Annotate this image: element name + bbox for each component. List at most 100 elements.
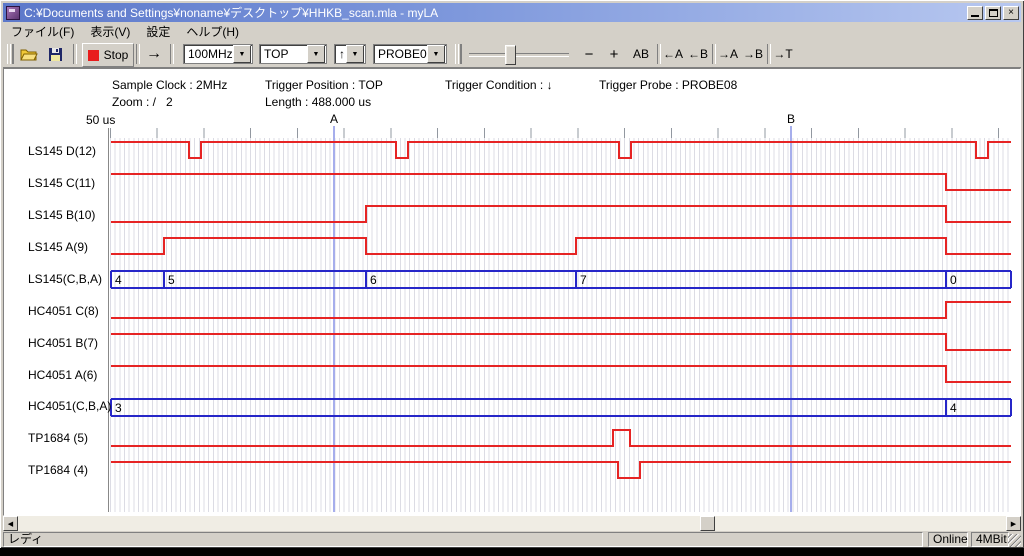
close-button[interactable]: × [1003, 6, 1019, 20]
channel-label-hc4051-b-7: HC4051 B(7) [28, 336, 98, 350]
channel-label-ls145-a-9: LS145 A(9) [28, 240, 88, 254]
channel-label-ls145-c-11: LS145 C(11) [28, 176, 95, 190]
menu-view[interactable]: 表示(V) [82, 22, 138, 41]
stop-label: Stop [104, 48, 129, 62]
bus-value-ls145-c-b-a-6: 6 [370, 273, 377, 287]
trace-plot: 4 5 6 7 0 3 4 [110, 128, 1012, 512]
window-title: C:¥Documents and Settings¥noname¥デスクトップ¥… [24, 4, 965, 21]
trace-ls145-a-9 [111, 238, 1011, 254]
horizontal-scrollbar[interactable]: ◀ ▶ [3, 516, 1021, 531]
trigger-probe-info: Trigger Probe : PROBE08 [599, 78, 737, 92]
sample-clock-info: Sample Clock : 2MHz [112, 78, 227, 92]
trace-ls145-c-11 [111, 174, 1011, 190]
trigger-edge-value: ↑ [335, 47, 346, 61]
close-icon: × [1008, 8, 1014, 18]
goto-marker-b-button[interactable]: ←B [687, 43, 709, 65]
bus-value-ls145-c-b-a-7: 7 [580, 273, 587, 287]
title-bar: C:¥Documents and Settings¥noname¥デスクトップ¥… [3, 3, 1021, 22]
goto-marker-a-button[interactable]: ←A [662, 43, 684, 65]
bus-label-ls145-c-b-a: LS145(C,B,A) [28, 272, 102, 286]
sample-clock-value: 100MHz [184, 47, 233, 61]
trace-tp1684-4 [111, 462, 1011, 478]
scrollbar-thumb[interactable] [700, 516, 715, 531]
toolbar-separator [73, 44, 77, 64]
online-status-badge: Online [928, 532, 968, 547]
channel-label-hc4051-c-8: HC4051 C(8) [28, 304, 99, 318]
bus-value-ls145-c-b-a-4: 4 [115, 273, 122, 287]
toolbar-separator [712, 44, 716, 64]
trigger-probe-value: PROBE00 [374, 47, 427, 61]
trace-ls145-b-10 [111, 206, 1011, 222]
myla-window: C:¥Documents and Settings¥noname¥デスクトップ¥… [0, 0, 1024, 548]
trigger-edge-combo[interactable]: ↑ ▼ [334, 44, 366, 64]
trace-ls145-d-12 [111, 142, 1011, 158]
zoom-in-button[interactable]: + [604, 43, 624, 65]
scroll-left-icon: ◀ [8, 520, 13, 528]
goto-trigger-button[interactable]: →T [772, 43, 794, 65]
stop-icon [88, 50, 99, 61]
menu-file[interactable]: ファイル(F) [3, 22, 82, 41]
scroll-right-icon: ▶ [1011, 520, 1016, 528]
toolbar: Stop → 100MHz ▼ TOP ▼ ↑ ▼ PROBE00 ▼ [3, 40, 1021, 68]
trace-hc4051-b-7 [111, 334, 1011, 350]
stop-button[interactable]: Stop [82, 43, 134, 67]
chevron-down-icon[interactable]: ▼ [233, 45, 251, 63]
trace-hc4051-c-8 [111, 302, 1011, 318]
toolbar-separator [657, 44, 661, 64]
bus-label-hc4051-c-b-a: HC4051(C,B,A) [28, 399, 111, 413]
status-message: レディ [3, 532, 923, 547]
zoom-slider-thumb[interactable] [505, 45, 516, 65]
trigger-position-combo[interactable]: TOP ▼ [259, 44, 327, 64]
marker-b-label: B [785, 112, 797, 126]
trigger-probe-combo[interactable]: PROBE00 ▼ [373, 44, 447, 64]
trace-hc4051-a-6 [111, 366, 1011, 382]
channel-label-tp1684-4: TP1684 (4) [28, 463, 88, 477]
run-button[interactable]: → [141, 43, 167, 65]
trigger-position-info: Trigger Position : TOP [265, 78, 383, 92]
minimize-icon [971, 15, 979, 17]
open-folder-icon [20, 47, 38, 61]
bus-value-hc4051-c-b-a-4: 4 [950, 401, 957, 415]
maximize-button[interactable] [985, 6, 1001, 20]
toolbar-grip[interactable] [7, 44, 13, 64]
resize-grip[interactable] [1008, 534, 1021, 547]
minimize-button[interactable] [967, 6, 983, 20]
bus-value-ls145-c-b-a-5: 5 [168, 273, 175, 287]
save-button[interactable] [43, 43, 67, 65]
time-scale-label: 50 us [86, 113, 115, 127]
chevron-down-icon[interactable]: ▼ [307, 45, 325, 63]
bus-value-ls145-c-b-a-0: 0 [950, 273, 957, 287]
zoom-out-button[interactable]: − [579, 43, 599, 65]
save-floppy-icon [48, 47, 63, 62]
menu-bar: ファイル(F) 表示(V) 設定 ヘルプ(H) [3, 22, 1021, 40]
toolbar-grip[interactable] [455, 44, 461, 64]
maximize-icon [989, 9, 998, 17]
ab-range-button[interactable]: AB [629, 43, 653, 65]
desktop: C:¥Documents and Settings¥noname¥デスクトップ¥… [0, 0, 1024, 556]
bus-value-hc4051-c-b-a-3: 3 [115, 401, 122, 415]
channel-label-hc4051-a-6: HC4051 A(6) [28, 368, 97, 382]
trigger-condition-info: Trigger Condition : ↓ [445, 78, 553, 92]
chevron-down-icon[interactable]: ▼ [346, 45, 364, 63]
open-file-button[interactable] [17, 43, 41, 65]
app-icon [6, 6, 20, 20]
zoom-info: Zoom : / 2 [112, 95, 173, 109]
channel-label-ls145-d-12: LS145 D(12) [28, 144, 96, 158]
scroll-right-button[interactable]: ▶ [1006, 516, 1021, 531]
chevron-down-icon[interactable]: ▼ [427, 45, 445, 63]
sample-clock-combo[interactable]: 100MHz ▼ [183, 44, 253, 64]
grid-left-edge [108, 128, 109, 512]
trigger-position-value: TOP [260, 47, 307, 61]
menu-settings[interactable]: 設定 [138, 22, 178, 41]
zoom-slider-track[interactable] [469, 53, 569, 57]
length-info: Length : 488.000 us [265, 95, 371, 109]
marker-a-label: A [328, 112, 340, 126]
channel-label-ls145-b-10: LS145 B(10) [28, 208, 95, 222]
trace-tp1684-5 [111, 430, 1011, 446]
set-marker-b-button[interactable]: →B [742, 43, 764, 65]
menu-help[interactable]: ヘルプ(H) [178, 22, 247, 41]
toolbar-separator [170, 44, 174, 64]
status-bar: レディ Online 4MBit [3, 532, 1021, 547]
set-marker-a-button[interactable]: →A [717, 43, 739, 65]
scroll-left-button[interactable]: ◀ [3, 516, 18, 531]
